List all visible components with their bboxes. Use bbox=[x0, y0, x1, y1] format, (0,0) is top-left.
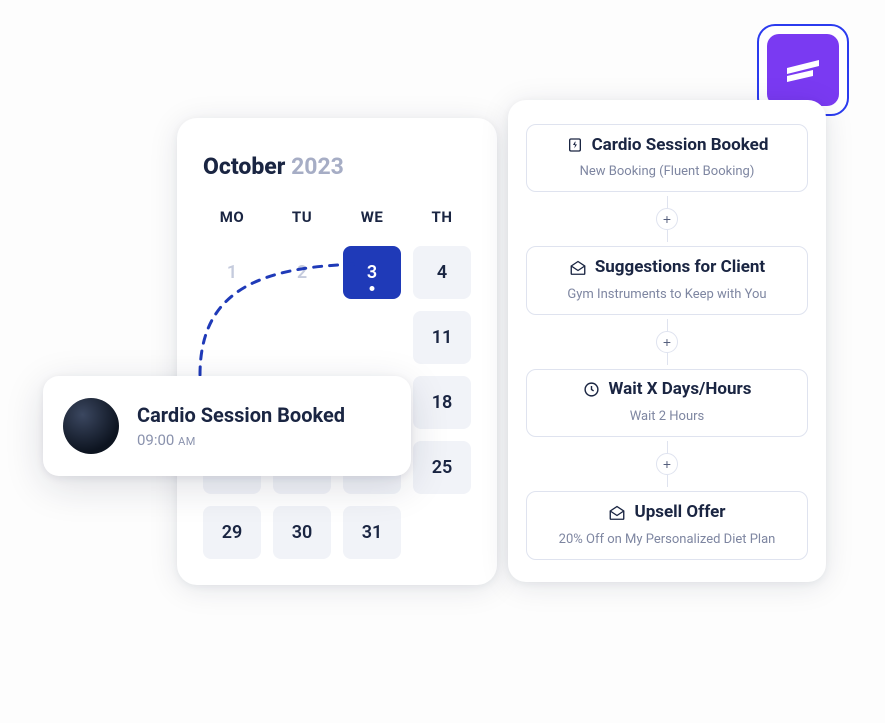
connector-line bbox=[667, 441, 668, 453]
calendar-cell-empty bbox=[203, 311, 261, 364]
flow-step-subtitle: 20% Off on My Personalized Diet Plan bbox=[539, 532, 795, 547]
calendar-cell-1[interactable]: 1 bbox=[203, 246, 261, 299]
flow-step-2[interactable]: Wait X Days/Hours Wait 2 Hours bbox=[526, 369, 808, 438]
calendar-cell-empty bbox=[343, 311, 401, 364]
flow-step-title-text: Upsell Offer bbox=[634, 504, 725, 521]
flow-step-0[interactable]: Cardio Session Booked New Booking (Fluent… bbox=[526, 124, 808, 192]
event-popover[interactable]: Cardio Session Booked 09:00 AM bbox=[43, 376, 411, 476]
flow-step-subtitle: Wait 2 Hours bbox=[539, 409, 795, 424]
flow-step-subtitle: Gym Instruments to Keep with You bbox=[539, 287, 795, 302]
add-step-button[interactable]: + bbox=[656, 208, 678, 230]
calendar-cell-empty bbox=[273, 311, 331, 364]
calendar-head-mo: MO bbox=[203, 208, 261, 226]
calendar-cell-29[interactable]: 29 bbox=[203, 506, 261, 559]
calendar-year: 2023 bbox=[291, 153, 344, 180]
automation-flow-card: Cardio Session Booked New Booking (Fluent… bbox=[508, 100, 826, 582]
mail-open-icon bbox=[569, 258, 587, 276]
calendar-cell-2[interactable]: 2 bbox=[273, 246, 331, 299]
calendar-cell-18[interactable]: 18 bbox=[413, 376, 471, 429]
flow-step-1[interactable]: Suggestions for Client Gym Instruments to… bbox=[526, 246, 808, 315]
calendar-cell-31[interactable]: 31 bbox=[343, 506, 401, 559]
connector-line bbox=[667, 319, 668, 331]
calendar-cell-3[interactable]: 3 bbox=[343, 246, 401, 299]
connector-line bbox=[667, 475, 668, 487]
mail-open-icon bbox=[608, 503, 626, 521]
event-time: 09:00 AM bbox=[137, 431, 345, 449]
calendar-cell-25[interactable]: 25 bbox=[413, 441, 471, 494]
flow-step-3[interactable]: Upsell Offer 20% Off on My Personalized D… bbox=[526, 491, 808, 560]
calendar-cell-11[interactable]: 11 bbox=[413, 311, 471, 364]
connector-line bbox=[667, 230, 668, 242]
flow-step-title-text: Cardio Session Booked bbox=[592, 137, 769, 154]
calendar-head-th: TH bbox=[413, 208, 471, 226]
add-step-button[interactable]: + bbox=[656, 453, 678, 475]
calendar-cell-30[interactable]: 30 bbox=[273, 506, 331, 559]
flow-step-title-text: Suggestions for Client bbox=[595, 259, 765, 276]
clock-icon bbox=[583, 381, 601, 399]
add-step-button[interactable]: + bbox=[656, 331, 678, 353]
bolt-icon bbox=[566, 136, 584, 154]
event-time-ampm: AM bbox=[178, 435, 196, 448]
connector-line bbox=[667, 353, 668, 365]
calendar-month: October bbox=[203, 153, 285, 180]
flow-step-subtitle: New Booking (Fluent Booking) bbox=[539, 164, 795, 179]
calendar-cell-empty bbox=[413, 506, 471, 559]
calendar-title: October 2023 bbox=[203, 153, 471, 180]
event-info: Cardio Session Booked 09:00 AM bbox=[137, 403, 345, 449]
calendar-cell-4[interactable]: 4 bbox=[413, 246, 471, 299]
fluent-app-icon bbox=[767, 34, 839, 106]
calendar-head-tu: TU bbox=[273, 208, 331, 226]
connector-line bbox=[667, 196, 668, 208]
flow-connector: + bbox=[656, 441, 678, 487]
calendar-head-we: WE bbox=[343, 208, 401, 226]
event-time-value: 09:00 bbox=[137, 431, 174, 449]
calendar-card: October 2023 MO TU WE TH 123411182223242… bbox=[177, 118, 497, 585]
avatar bbox=[63, 398, 119, 454]
flow-connector: + bbox=[656, 319, 678, 365]
calendar-header-row: MO TU WE TH bbox=[203, 208, 471, 226]
flow-step-title-text: Wait X Days/Hours bbox=[609, 381, 752, 398]
event-title: Cardio Session Booked bbox=[137, 403, 345, 427]
flow-connector: + bbox=[656, 196, 678, 242]
